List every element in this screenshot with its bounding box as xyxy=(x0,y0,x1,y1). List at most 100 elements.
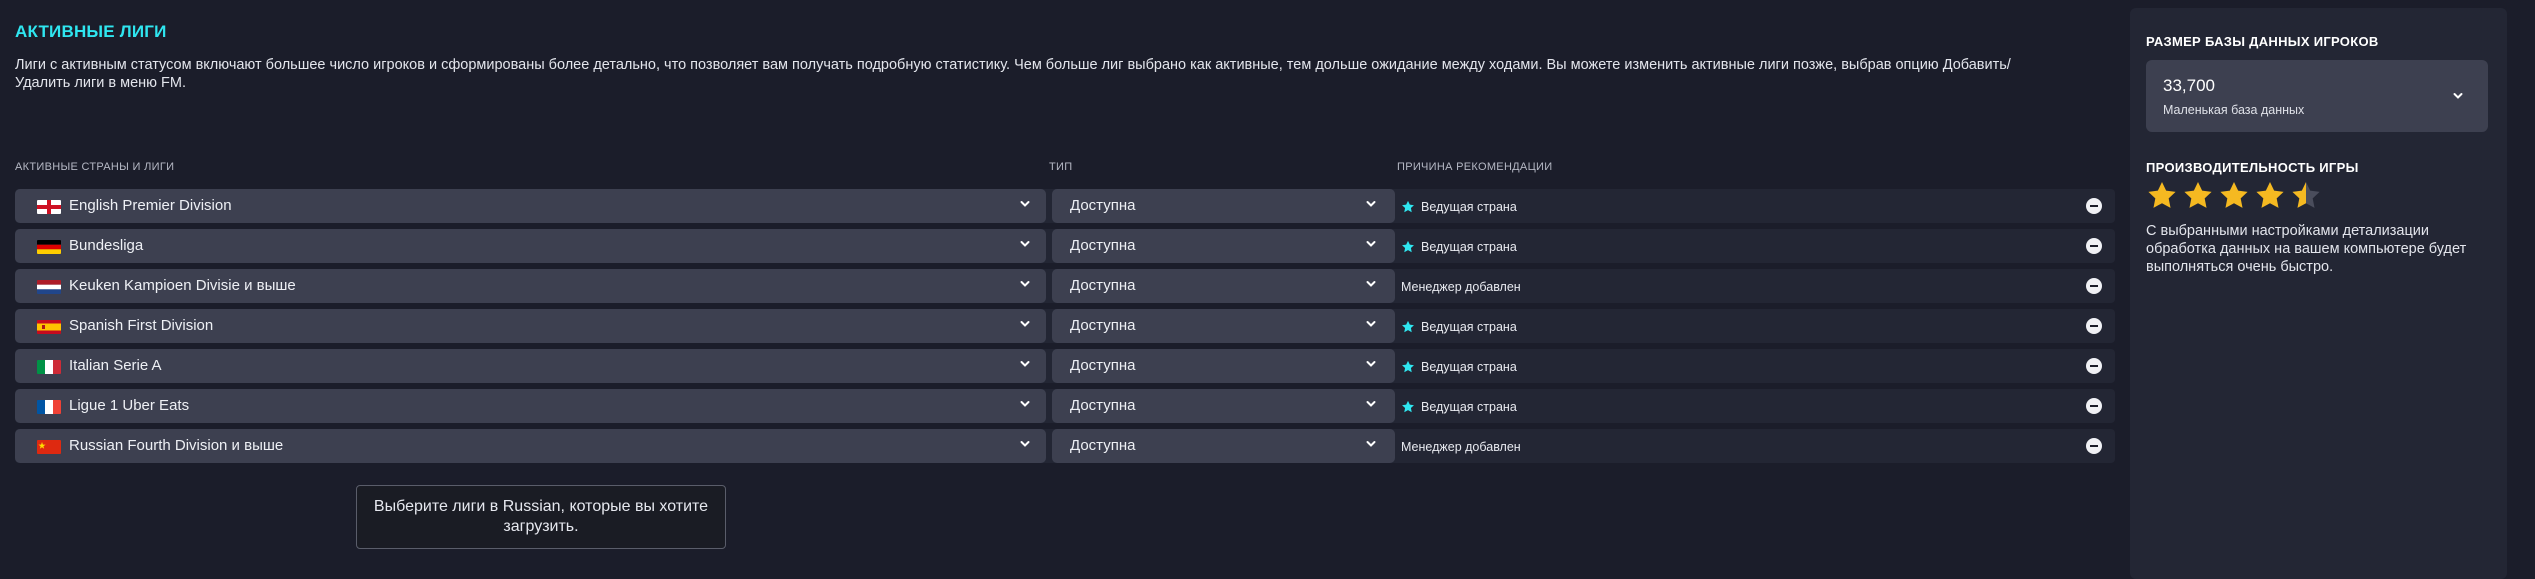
type-select[interactable]: Доступна xyxy=(1052,429,1395,463)
recommendation-reason: Ведущая страна xyxy=(1401,240,1517,254)
database-size-heading: РАЗМЕР БАЗЫ ДАННЫХ ИГРОКОВ xyxy=(2146,34,2379,49)
star-icon xyxy=(2256,182,2284,208)
england-flag-icon xyxy=(37,200,61,214)
league-name: English Premier Division xyxy=(69,197,232,214)
remove-league-button[interactable] xyxy=(2086,278,2102,294)
chevron-down-icon xyxy=(1020,441,1030,447)
type-select[interactable]: Доступна xyxy=(1052,349,1395,383)
page-title: АКТИВНЫЕ ЛИГИ xyxy=(15,22,167,41)
reason-text: Менеджер добавлен xyxy=(1401,440,1521,454)
type-select[interactable]: Доступна xyxy=(1052,229,1395,263)
recommendation-reason: Ведущая страна xyxy=(1401,200,1517,214)
league-row: Ligue 1 Uber Eats Доступна Ведущая стран… xyxy=(15,389,2115,423)
star-icon xyxy=(2148,182,2176,208)
type-label: Доступна xyxy=(1070,277,1136,294)
column-header-type: ТИП xyxy=(1049,161,1073,173)
league-name: Italian Serie A xyxy=(69,357,162,374)
chevron-down-icon xyxy=(1366,321,1376,327)
chevron-down-icon xyxy=(1366,361,1376,367)
league-select[interactable]: Italian Serie A xyxy=(15,349,1046,383)
tooltip-text: Выберите лиги в Russian, которые вы хоти… xyxy=(373,498,709,535)
league-select[interactable]: Russian Fourth Division и выше xyxy=(15,429,1046,463)
performance-text: С выбранными настройками детализации обр… xyxy=(2146,223,2467,275)
database-size-select[interactable]: 33,700 Маленькая база данных xyxy=(2146,60,2488,132)
league-name: Russian Fourth Division и выше xyxy=(69,437,284,454)
type-label: Доступна xyxy=(1070,237,1136,254)
germany-flag-icon xyxy=(37,240,61,254)
star-icon xyxy=(2292,182,2320,208)
league-row: Keuken Kampioen Divisie и выше Доступна … xyxy=(15,269,2115,303)
type-select[interactable]: Доступна xyxy=(1052,189,1395,223)
column-header-reason: ПРИЧИНА РЕКОМЕНДАЦИИ xyxy=(1397,161,1553,173)
type-label: Доступна xyxy=(1070,397,1136,414)
star-icon xyxy=(1402,360,1414,373)
china-flag-icon xyxy=(37,440,61,454)
league-row: Bundesliga Доступна Ведущая страна xyxy=(15,229,2115,263)
column-header-leagues: АКТИВНЫЕ СТРАНЫ И ЛИГИ xyxy=(15,161,175,173)
tooltip: Выберите лиги в Russian, которые вы хоти… xyxy=(356,485,726,549)
star-icon xyxy=(1402,200,1414,213)
league-name: Keuken Kampioen Divisie и выше xyxy=(69,277,296,294)
star-icon xyxy=(2184,182,2212,208)
chevron-down-icon xyxy=(1366,201,1376,207)
remove-league-button[interactable] xyxy=(2086,238,2102,254)
chevron-down-icon xyxy=(1020,241,1030,247)
chevron-down-icon xyxy=(1366,241,1376,247)
remove-league-button[interactable] xyxy=(2086,438,2102,454)
star-icon xyxy=(1402,320,1414,333)
remove-league-button[interactable] xyxy=(2086,318,2102,334)
league-select[interactable]: Keuken Kampioen Divisie и выше xyxy=(15,269,1046,303)
spain-flag-icon xyxy=(37,320,61,334)
league-row: Spanish First Division Доступна Ведущая … xyxy=(15,309,2115,343)
league-select[interactable]: Ligue 1 Uber Eats xyxy=(15,389,1046,423)
league-name: Ligue 1 Uber Eats xyxy=(69,397,190,414)
star-icon xyxy=(1402,240,1414,253)
reason-text: Ведущая страна xyxy=(1421,200,1517,214)
league-row: Italian Serie A Доступна Ведущая страна xyxy=(15,349,2115,383)
reason-text: Менеджер добавлен xyxy=(1401,280,1521,294)
type-label: Доступна xyxy=(1070,317,1136,334)
performance-rating xyxy=(2146,180,2322,212)
star-icon xyxy=(2220,182,2248,208)
type-label: Доступна xyxy=(1070,197,1136,214)
league-row: English Premier Division Доступна Ведуща… xyxy=(15,189,2115,223)
type-select[interactable]: Доступна xyxy=(1052,269,1395,303)
database-size-label: Маленькая база данных xyxy=(2163,103,2305,117)
chevron-down-icon xyxy=(1020,201,1030,207)
chevron-down-icon xyxy=(1366,281,1376,287)
reason-text: Ведущая страна xyxy=(1421,400,1517,414)
active-leagues-panel: АКТИВНЫЕ ЛИГИ Лиги с активным статусом в… xyxy=(0,0,2120,579)
league-row: Russian Fourth Division и выше Доступна … xyxy=(15,429,2115,463)
league-select[interactable]: Spanish First Division xyxy=(15,309,1046,343)
recommendation-reason: Менеджер добавлен xyxy=(1401,440,1521,454)
remove-league-button[interactable] xyxy=(2086,198,2102,214)
remove-league-button[interactable] xyxy=(2086,358,2102,374)
chevron-down-icon xyxy=(1020,361,1030,367)
type-label: Доступна xyxy=(1070,437,1136,454)
chevron-down-icon xyxy=(1020,321,1030,327)
type-select[interactable]: Доступна xyxy=(1052,309,1395,343)
chevron-down-icon xyxy=(1366,401,1376,407)
recommendation-reason: Ведущая страна xyxy=(1401,320,1517,334)
chevron-down-icon xyxy=(1020,281,1030,287)
italy-flag-icon xyxy=(37,360,61,374)
france-flag-icon xyxy=(37,400,61,414)
database-size-value: 33,700 xyxy=(2163,76,2215,95)
star-icon xyxy=(1402,400,1414,413)
league-select[interactable]: English Premier Division xyxy=(15,189,1046,223)
chevron-down-icon xyxy=(1366,441,1376,447)
chevron-down-icon xyxy=(1020,401,1030,407)
sidebar: РАЗМЕР БАЗЫ ДАННЫХ ИГРОКОВ 33,700 Малень… xyxy=(2130,8,2507,579)
page-description: Лиги с активным статусом включают больше… xyxy=(15,57,2011,91)
reason-text: Ведущая страна xyxy=(1421,320,1517,334)
league-name: Bundesliga xyxy=(69,237,144,254)
remove-league-button[interactable] xyxy=(2086,398,2102,414)
recommendation-reason: Ведущая страна xyxy=(1401,360,1517,374)
reason-text: Ведущая страна xyxy=(1421,240,1517,254)
league-select[interactable]: Bundesliga xyxy=(15,229,1046,263)
recommendation-reason: Ведущая страна xyxy=(1401,400,1517,414)
type-label: Доступна xyxy=(1070,357,1136,374)
type-select[interactable]: Доступна xyxy=(1052,389,1395,423)
recommendation-reason: Менеджер добавлен xyxy=(1401,280,1521,294)
reason-text: Ведущая страна xyxy=(1421,360,1517,374)
